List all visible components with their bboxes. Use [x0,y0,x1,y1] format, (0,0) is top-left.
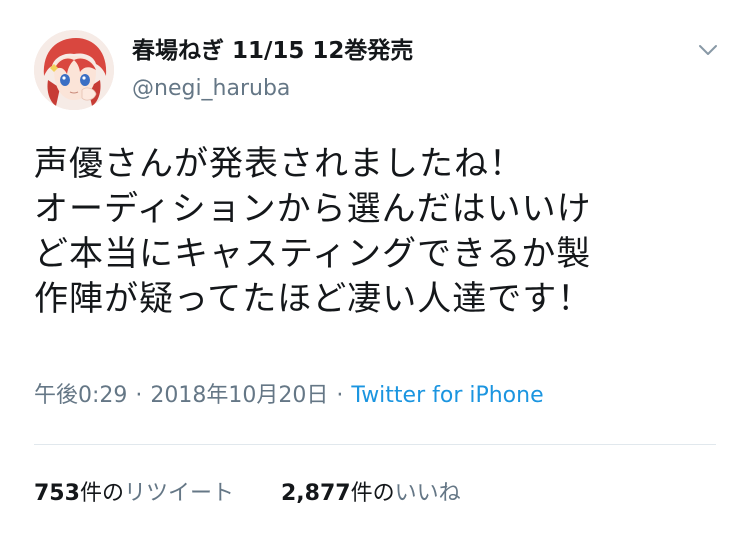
display-name[interactable]: 春場ねぎ 11/15 12巻発売 [132,36,413,66]
retweets-unit: 件の [79,481,124,506]
tweet-source-link[interactable]: Twitter for iPhone [351,383,543,408]
tweet-header: 春場ねぎ 11/15 12巻発売 @negi_haruba [34,30,724,110]
likes-count: 2,877 [280,481,351,506]
tweet-text-line: 声優さんが発表されましたね！ [34,144,524,184]
avatar-image [34,30,114,110]
author-names: 春場ねぎ 11/15 12巻発売 @negi_haruba [132,36,413,104]
likes-label: いいね [394,481,461,506]
chevron-down-icon[interactable] [696,38,720,62]
tweet-meta: 午後0:29 · 2018年10月20日 · Twitter for iPhone [34,380,544,412]
user-handle[interactable]: @negi_haruba [132,74,413,104]
meta-separator: · [135,383,143,408]
retweets-stat[interactable]: 753件のリツイート [34,478,234,510]
tweet-text-line: 作陣が疑ってたほど凄い人達です！ [34,279,593,319]
likes-stat[interactable]: 2,877件のいいね [281,478,461,510]
divider [34,444,716,445]
tweet-text-line: ど本当にキャスティングできるか製 [34,234,592,274]
tweet-time[interactable]: 午後0:29 [34,383,127,408]
retweets-count: 753 [34,481,80,506]
tweet-stats: 753件のリツイート 2,877件のいいね [34,478,501,510]
meta-separator: · [336,383,344,408]
tweet-text: 声優さんが発表されましたね！ オーディションから選んだはいいけ ど本当にキャステ… [34,142,724,322]
tweet-card: 春場ねぎ 11/15 12巻発売 @negi_haruba 声優さんが発表されま… [0,0,750,544]
tweet-date[interactable]: 2018年10月20日 [150,383,328,408]
tweet-text-line: オーディションから選んだはいいけ [34,189,592,229]
avatar[interactable] [34,30,114,110]
likes-unit: 件の [350,481,395,506]
retweets-label: リツイート [123,481,234,506]
